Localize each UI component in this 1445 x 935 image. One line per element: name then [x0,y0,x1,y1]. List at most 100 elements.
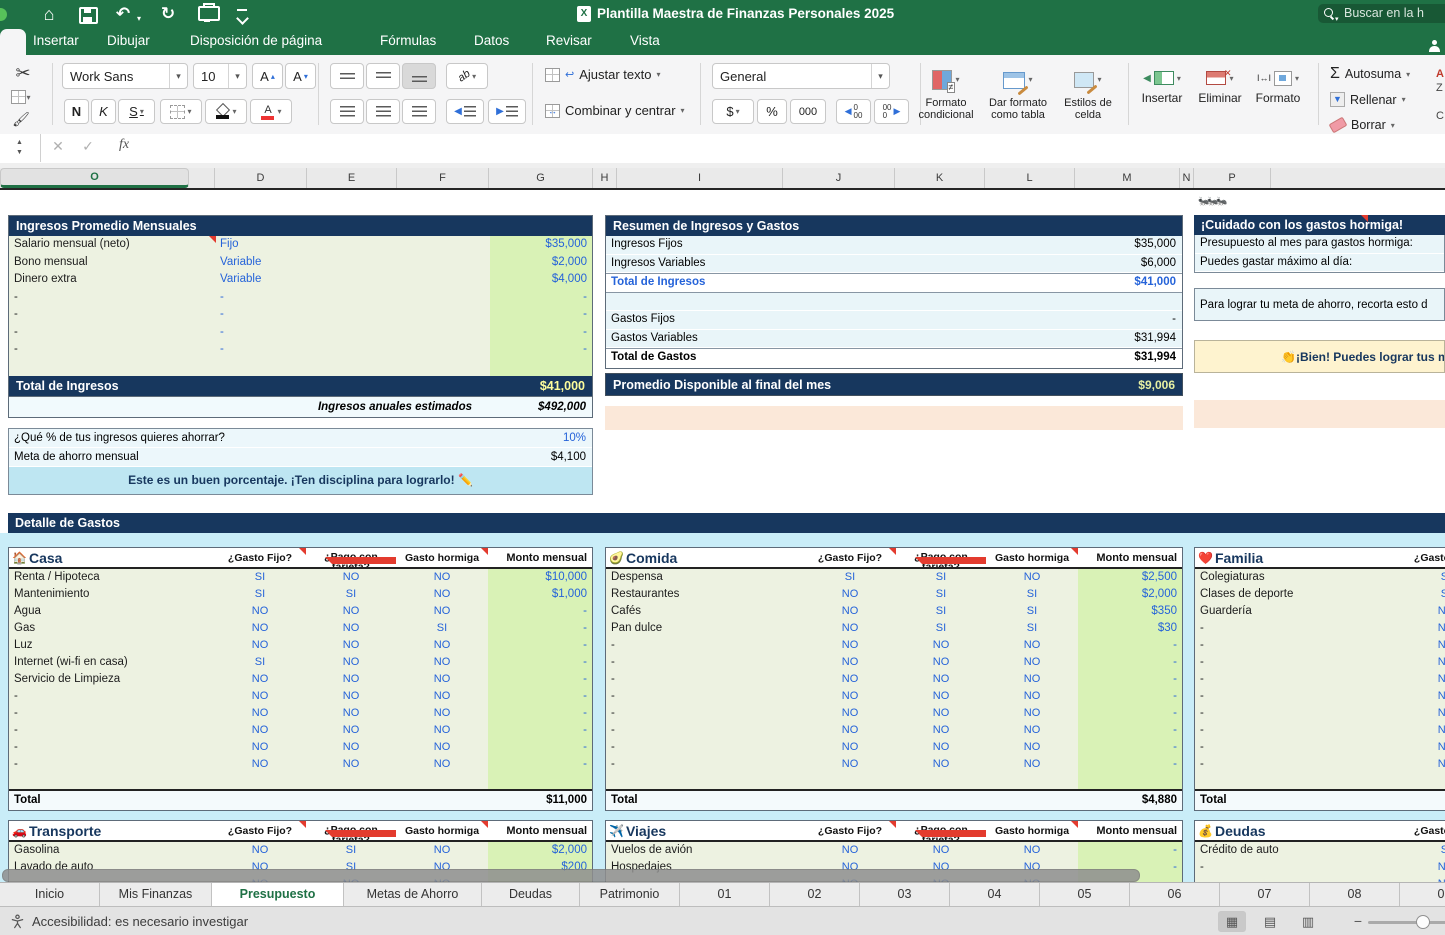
income-row-amount[interactable]: $4,000 [488,271,592,289]
expense-row-fixed[interactable]: NO [214,637,306,654]
expense-row-amount[interactable]: $1,000 [488,586,592,603]
expense-row-card[interactable]: NO [896,705,986,722]
expense-row-card[interactable]: SI [896,620,986,637]
decrease-indent-button[interactable]: ◀ [446,99,484,124]
sheet-tab-07[interactable]: 07 [1220,883,1310,907]
expense-row-card[interactable]: NO [306,705,396,722]
expense-row-ant[interactable]: NO [396,671,488,688]
expense-row-ant[interactable]: SI [986,586,1078,603]
wrap-text-button[interactable]: ↩Ajustar texto▾ [545,67,661,82]
clear-button[interactable]: Borrar▾ [1330,118,1395,132]
expense-row-ant[interactable]: NO [986,569,1078,586]
delete-cells-button[interactable]: ▾Eliminar [1192,65,1248,105]
expense-row-fixed[interactable]: NO [1400,688,1445,705]
sheet-tab-01[interactable]: 01 [680,883,770,907]
format-painter-button[interactable]: 🖌 [8,109,34,129]
expense-row-ant[interactable]: NO [396,654,488,671]
income-row-amount[interactable]: - [488,289,592,307]
income-row-amount[interactable]: $2,000 [488,254,592,272]
expense-row-fixed[interactable]: NO [804,842,896,859]
italic-button[interactable]: K [91,99,116,124]
expense-row-amount[interactable]: $2,500 [1078,569,1182,586]
expense-row-amount[interactable]: - [1078,756,1182,773]
expense-row-fixed[interactable]: NO [1400,671,1445,688]
expense-row-amount[interactable]: - [1078,705,1182,722]
expense-row-label[interactable]: Pan dulce [606,620,804,637]
currency-format-button[interactable]: $▾ [712,99,754,124]
summary-row-label[interactable]: Gastos Variables [606,330,1072,348]
expense-row-amount[interactable]: - [488,620,592,637]
income-row-type[interactable]: Variable [216,271,308,289]
income-row-label[interactable]: - [9,289,216,307]
income-row-label[interactable]: Bono mensual [9,254,216,272]
expense-row-label[interactable]: - [606,671,804,688]
cell-styles-button[interactable]: ▾Estilos de celda [1053,63,1123,121]
name-box[interactable]: ▲▼ [0,134,41,162]
income-row-filler[interactable] [308,306,488,324]
expense-row-label[interactable]: - [1195,739,1400,756]
undo-dropdown-icon[interactable]: ▾ [135,9,143,29]
menu-tab-revisar[interactable]: Revisar [546,27,592,55]
font-size-select[interactable]: 10▾ [193,63,247,89]
borders-button[interactable]: ▾ [160,99,202,124]
menu-tab-dibujar[interactable]: Dibujar [107,27,150,55]
expense-row-amount[interactable]: - [488,603,592,620]
expense-row-ant[interactable]: NO [986,688,1078,705]
expense-row-label[interactable]: Renta / Hipoteca [9,569,214,586]
expense-row-label[interactable]: Gasolina [9,842,214,859]
expense-row-fixed[interactable]: NO [804,586,896,603]
page-layout-view-icon[interactable]: ▤ [1256,911,1284,932]
expense-row-fixed[interactable]: SI [214,654,306,671]
expense-row-fixed[interactable]: NO [804,722,896,739]
expense-row-amount[interactable]: $2,000 [488,842,592,859]
expense-row-label[interactable]: Vuelos de avión [606,842,804,859]
expense-row-label[interactable]: - [1195,705,1400,722]
expense-row-fixed[interactable]: NO [1400,654,1445,671]
expense-row-ant[interactable]: NO [396,688,488,705]
increase-decimal-button[interactable]: ◀000 [836,99,871,124]
expense-row-card[interactable]: NO [306,603,396,620]
expense-row-label[interactable]: Cafés [606,603,804,620]
increase-indent-button[interactable]: ▶ [488,99,526,124]
income-row-filler[interactable] [308,271,488,289]
align-middle-button[interactable] [366,63,400,89]
expense-row-fixed[interactable]: NO [804,756,896,773]
expense-row-label[interactable]: - [1195,722,1400,739]
income-row-filler[interactable] [308,254,488,272]
horizontal-scrollbar[interactable] [2,869,1140,882]
income-row-type[interactable]: - [216,289,308,307]
expense-row-fixed[interactable]: NO [804,654,896,671]
align-bottom-button[interactable] [402,63,436,89]
expense-row-fixed[interactable]: NO [1400,859,1445,876]
expense-row-card[interactable]: NO [896,671,986,688]
expense-row-card[interactable]: NO [896,842,986,859]
column-header-p[interactable]: P [1194,168,1271,188]
expense-row-fixed[interactable]: SI [1400,586,1445,603]
expense-row-ant[interactable]: SI [986,603,1078,620]
expense-row-label[interactable]: - [606,654,804,671]
expense-row-fixed[interactable]: NO [214,620,306,637]
expense-row-ant[interactable]: NO [396,842,488,859]
income-row-type[interactable]: - [216,341,308,359]
summary-row-label[interactable]: Total de Gastos [606,349,1072,367]
expense-row-label[interactable]: - [9,756,214,773]
expense-row-amount[interactable]: $350 [1078,603,1182,620]
align-right-button[interactable] [402,99,436,124]
expense-row-fixed[interactable]: NO [214,739,306,756]
expense-row-label[interactable]: - [1195,688,1400,705]
expense-row-ant[interactable]: NO [396,586,488,603]
sheet-tab-08[interactable]: 08 [1310,883,1400,907]
expense-row-ant[interactable]: NO [396,569,488,586]
expense-row-card[interactable]: NO [306,654,396,671]
sheet-tab-09[interactable]: 09 [1400,883,1445,907]
income-row-label[interactable]: - [9,341,216,359]
expense-row-label[interactable]: - [1195,671,1400,688]
summary-row-label[interactable] [606,293,1072,311]
menu-tab-datos[interactable]: Datos [474,27,509,55]
underline-button[interactable]: S▾ [118,99,155,124]
expense-row-label[interactable]: - [1195,620,1400,637]
income-row-type[interactable]: - [216,306,308,324]
income-row-amount[interactable]: - [488,341,592,359]
expense-row-ant[interactable]: NO [986,842,1078,859]
column-header-f[interactable]: F [397,168,489,188]
